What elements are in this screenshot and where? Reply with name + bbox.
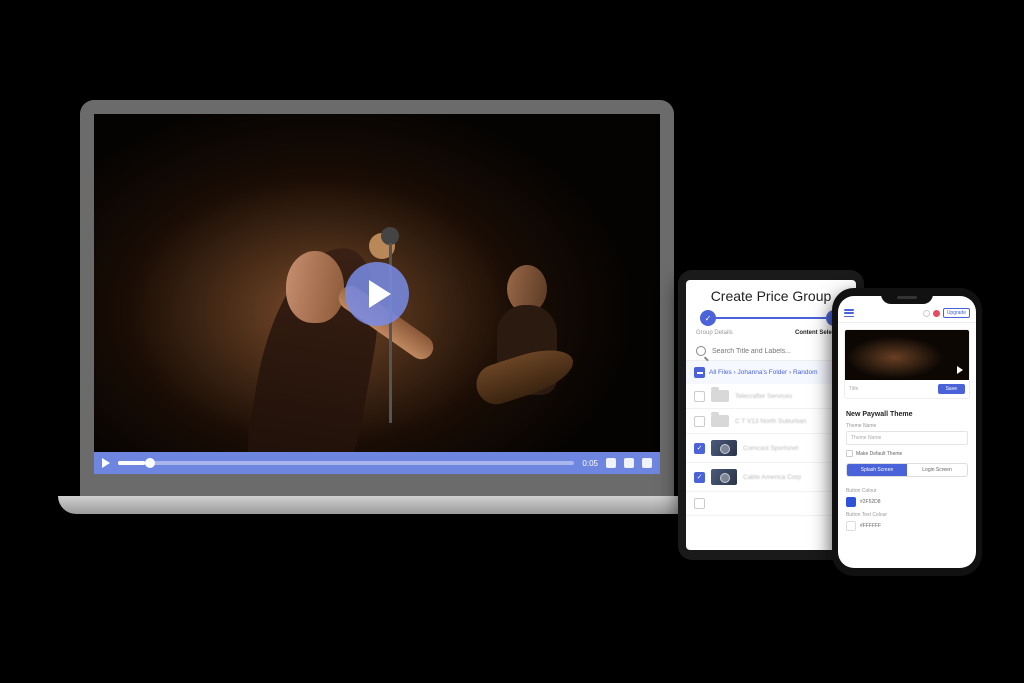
fullscreen-icon[interactable] xyxy=(642,458,652,468)
row-checkbox[interactable] xyxy=(694,498,705,509)
time-display: 0:05 xyxy=(582,459,598,468)
settings-icon[interactable] xyxy=(624,458,634,468)
row-checkbox[interactable] xyxy=(694,443,705,454)
video-preview-card[interactable]: Title Save xyxy=(844,329,970,399)
button-colour-input[interactable]: #2F52D8 xyxy=(846,497,968,507)
laptop-screen: 0:05 xyxy=(80,100,674,496)
list-item[interactable]: C T V13 North Suburban xyxy=(686,409,856,434)
play-button[interactable] xyxy=(345,262,409,326)
video-player-scene: 0:05 xyxy=(94,114,660,474)
breadcrumb-row[interactable]: All Files › Johanna's Folder › Random xyxy=(686,361,856,384)
phone-screen: Upgrade Title Save New Paywall Theme The… xyxy=(838,296,976,568)
video-thumbnail-icon xyxy=(711,440,737,456)
row-label: Cable America Corp xyxy=(743,474,801,481)
video-thumbnail-icon xyxy=(711,469,737,485)
list-item[interactable]: Comcast Sportsnet xyxy=(686,434,856,463)
default-theme-label: Make Default Theme xyxy=(856,451,902,457)
play-pause-icon[interactable] xyxy=(102,458,110,468)
screen-tabs[interactable]: Splash Screen Login Screen xyxy=(846,463,968,477)
button-colour-value: #2F52D8 xyxy=(860,499,881,505)
section-title: New Paywall Theme xyxy=(846,411,968,418)
row-label: C T V13 North Suburban xyxy=(735,418,806,425)
content-list: Telecrafter Services C T V13 North Subur… xyxy=(686,384,856,550)
video-controls[interactable]: 0:05 xyxy=(94,452,660,474)
upgrade-button[interactable]: Upgrade xyxy=(943,308,970,318)
laptop-base xyxy=(58,496,696,514)
phone-notch xyxy=(881,292,933,304)
button-text-colour-label: Button Text Colour xyxy=(846,512,968,518)
video-thumbnail[interactable] xyxy=(845,330,969,380)
colour-swatch-icon[interactable] xyxy=(846,521,856,531)
step-1-label: Group Details xyxy=(696,330,733,336)
search-input[interactable] xyxy=(712,348,846,355)
page-title: Create Price Group xyxy=(686,280,856,310)
list-item[interactable] xyxy=(686,492,856,516)
row-label: Telecrafter Services xyxy=(735,393,792,400)
list-item[interactable]: Cable America Corp xyxy=(686,463,856,492)
tab-login-screen[interactable]: Login Screen xyxy=(907,464,967,476)
list-item[interactable]: Telecrafter Services xyxy=(686,384,856,409)
guitarist-figure xyxy=(479,265,569,425)
progress-track[interactable] xyxy=(118,461,574,465)
breadcrumb[interactable]: All Files › Johanna's Folder › Random xyxy=(709,369,818,376)
row-label: Comcast Sportsnet xyxy=(743,445,798,452)
search-icon xyxy=(696,346,706,356)
search-row[interactable] xyxy=(686,342,856,361)
row-checkbox[interactable] xyxy=(694,416,705,427)
menu-icon[interactable] xyxy=(844,309,854,317)
phone-device: Upgrade Title Save New Paywall Theme The… xyxy=(832,288,982,576)
card-action-button[interactable]: Save xyxy=(938,384,965,394)
default-theme-checkbox-row[interactable]: Make Default Theme xyxy=(846,450,968,457)
theme-name-label: Theme Name xyxy=(846,423,968,429)
colour-swatch-icon[interactable] xyxy=(846,497,856,507)
theme-name-input[interactable]: Theme Name xyxy=(846,431,968,445)
button-text-colour-input[interactable]: #FFFFFF xyxy=(846,521,968,531)
button-colour-label: Button Colour xyxy=(846,488,968,494)
tab-splash-screen[interactable]: Splash Screen xyxy=(847,464,907,476)
volume-icon[interactable] xyxy=(606,458,616,468)
row-checkbox[interactable] xyxy=(694,472,705,483)
folder-icon xyxy=(711,415,729,427)
checkbox-icon[interactable] xyxy=(846,450,853,457)
step-1-done[interactable]: ✓ xyxy=(700,310,716,326)
notification-icon[interactable] xyxy=(923,310,930,317)
row-checkbox[interactable] xyxy=(694,391,705,402)
stepper: ✓ 2 xyxy=(686,310,856,328)
video-title: Title xyxy=(849,386,858,392)
laptop-device: 0:05 xyxy=(80,100,674,514)
folder-icon xyxy=(711,390,729,402)
alert-badge-icon[interactable] xyxy=(933,310,940,317)
select-all-checkbox[interactable] xyxy=(694,367,705,378)
button-text-colour-value: #FFFFFF xyxy=(860,523,881,529)
tablet-screen: Create Price Group ✓ 2 Group Details Con… xyxy=(686,280,856,550)
